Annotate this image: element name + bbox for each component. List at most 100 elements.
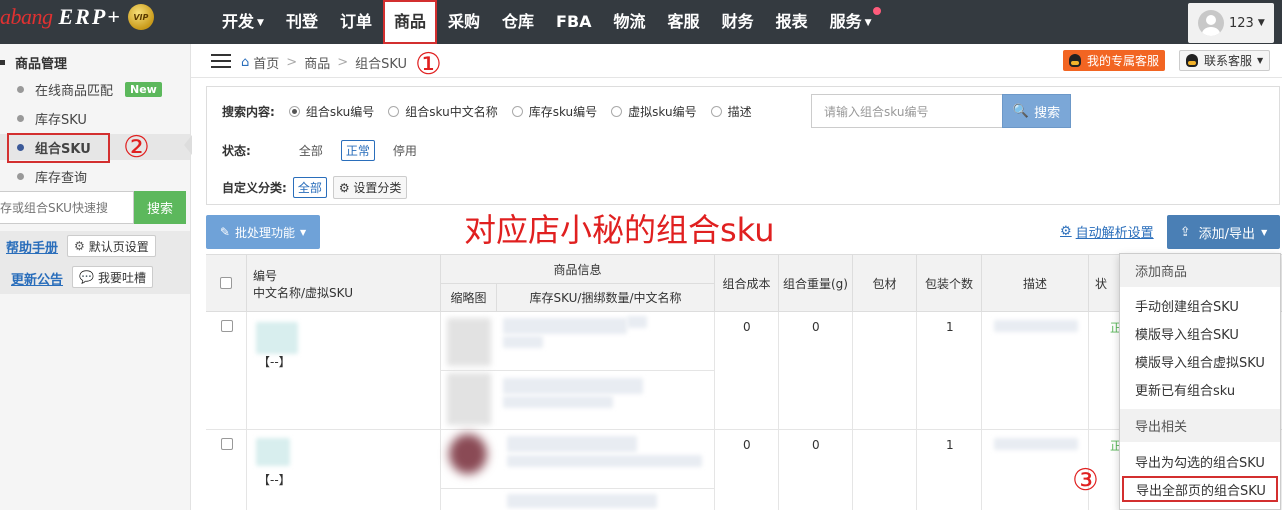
user-menu[interactable]: 123 ▼: [1188, 3, 1274, 43]
chat-icon: 💬: [79, 270, 94, 284]
nav-develop-label: 开发: [222, 12, 255, 31]
batch-actions-button[interactable]: ✎ 批处理功能 ▼: [206, 215, 320, 249]
breadcrumb-products[interactable]: 商品: [304, 53, 330, 72]
nav-purchase[interactable]: 采购: [437, 0, 491, 44]
row-stock-cell: [497, 312, 715, 371]
nav-fba[interactable]: FBA: [545, 0, 603, 44]
feedback-label: 我要吐槽: [97, 270, 146, 285]
menu-item-export-selected[interactable]: 导出为勾选的组合SKU: [1120, 447, 1280, 475]
nav-finance[interactable]: 财务: [711, 0, 765, 44]
row-stock-cell: [497, 430, 715, 489]
status-normal[interactable]: 正常: [340, 140, 375, 161]
exclusive-service-button[interactable]: 我的专属客服: [1063, 50, 1166, 71]
auto-parse-settings-link[interactable]: ⚙ 自动解析设置: [1060, 222, 1154, 241]
search-content-label: 搜索内容:: [222, 105, 275, 119]
sidebar-item-stock-query[interactable]: 库存查询: [0, 163, 190, 189]
breadcrumb-separator: >: [337, 55, 349, 70]
search-input[interactable]: 请输入组合sku编号: [811, 94, 1003, 128]
row-stock-cell: [497, 371, 715, 430]
header-code: 编号 中文名称/虚拟SKU: [247, 255, 441, 312]
nav-listing[interactable]: 刊登: [275, 0, 329, 44]
sidebar-item-stock-sku[interactable]: 库存SKU: [0, 105, 190, 131]
breadcrumb-home[interactable]: 首页: [253, 53, 279, 72]
collapse-arrow-icon[interactable]: [184, 135, 192, 155]
feedback-button[interactable]: 💬 我要吐槽: [72, 266, 153, 288]
nav-products[interactable]: 商品: [382, 0, 437, 44]
set-category-label: 设置分类: [353, 181, 402, 195]
dot-icon: [17, 85, 24, 93]
auto-parse-label: 自动解析设置: [1075, 226, 1154, 241]
sidebar-search-button[interactable]: 搜索: [134, 191, 186, 224]
row-checkbox[interactable]: [221, 320, 233, 332]
nav-services-label: 服务: [829, 12, 862, 31]
breadcrumb-separator: >: [286, 55, 298, 70]
nav-orders[interactable]: 订单: [329, 0, 383, 44]
add-export-label: 添加/导出: [1198, 226, 1256, 242]
logo[interactable]: abang ERP+ VIP: [0, 3, 154, 31]
row-checkbox[interactable]: [221, 438, 233, 450]
radio-icon: [611, 106, 623, 117]
product-thumbnail[interactable]: [447, 373, 491, 425]
nav-customer-service[interactable]: 客服: [657, 0, 711, 44]
gear-icon: ⚙: [1060, 224, 1072, 239]
header-code-sub-label: 中文名称/虚拟SKU: [253, 286, 353, 300]
row-code-cell: 【--】: [247, 312, 441, 430]
menu-toggle-icon[interactable]: [211, 54, 231, 68]
annotation-overlay-text: 对应店小秘的组合sku: [464, 211, 775, 249]
set-category-button[interactable]: ⚙ 设置分类: [332, 176, 408, 199]
row-pack-cell: 1: [917, 430, 982, 510]
radio-combo-sku-cn-name[interactable]: 组合sku中文名称: [388, 103, 498, 120]
nav-orders-label: 订单: [339, 12, 372, 31]
product-thumbnail[interactable]: [447, 318, 491, 366]
radio-combo-sku-code[interactable]: 组合sku编号: [288, 103, 374, 120]
menu-item-export-all[interactable]: 导出全部页的组合SKU: [1121, 475, 1279, 503]
menu-item-manual-create[interactable]: 手动创建组合SKU: [1120, 291, 1280, 319]
row-material-cell: [853, 430, 917, 510]
qq-icon: [1186, 54, 1198, 67]
sidebar-item-label: 在线商品匹配: [35, 83, 114, 99]
product-thumbnail[interactable]: [449, 434, 487, 474]
status-all[interactable]: 全部: [295, 141, 327, 160]
nav-develop[interactable]: 开发 ▼: [211, 0, 275, 44]
search-icon: 🔍: [1012, 103, 1030, 119]
sidebar-item-online-match[interactable]: 在线商品匹配 New: [0, 76, 190, 102]
row-cost: 0: [743, 320, 751, 334]
status-row: 状态: 全部 正常 停用: [222, 140, 435, 161]
nav-logistics-label: 物流: [613, 12, 646, 31]
help-manual-link[interactable]: 帮助手册: [6, 237, 58, 256]
update-notice-link[interactable]: 更新公告: [11, 269, 63, 288]
category-all[interactable]: 全部: [292, 177, 327, 198]
radio-virtual-sku-code[interactable]: 虚拟sku编号: [611, 103, 697, 120]
radio-description[interactable]: 描述: [710, 103, 752, 120]
row-thumb-cell: [441, 371, 497, 430]
new-badge: New: [125, 81, 162, 97]
status-disabled[interactable]: 停用: [389, 141, 421, 160]
radio-stock-sku-code[interactable]: 库存sku编号: [511, 103, 597, 120]
select-all-checkbox[interactable]: [220, 277, 232, 289]
add-export-dropdown-menu: 添加商品 手动创建组合SKU 模版导入组合SKU 模版导入组合虚拟SKU 更新已…: [1119, 253, 1281, 510]
menu-item-update-existing[interactable]: 更新已有组合sku: [1120, 375, 1280, 403]
search-button[interactable]: 🔍 搜索: [1002, 94, 1071, 128]
menu-item-template-import-virtual[interactable]: 模版导入组合虚拟SKU: [1120, 347, 1280, 375]
nav-warehouse[interactable]: 仓库: [491, 0, 545, 44]
nav-reports[interactable]: 报表: [765, 0, 819, 44]
nav-reports-label: 报表: [775, 12, 808, 31]
dropdown-section-add: 添加商品: [1120, 254, 1280, 287]
radio-checked-icon: [288, 106, 300, 117]
menu-item-template-import[interactable]: 模版导入组合SKU: [1120, 319, 1280, 347]
default-page-label: 默认页设置: [88, 239, 149, 254]
nav-logistics[interactable]: 物流: [603, 0, 657, 44]
row-desc-cell: [982, 312, 1089, 430]
nav-services[interactable]: 服务 ▼: [819, 0, 883, 44]
row-pack: 1: [946, 438, 954, 452]
add-export-button[interactable]: ⇪ 添加/导出 ▼: [1167, 215, 1280, 249]
sidebar-search-input[interactable]: [0, 191, 134, 224]
qq-icon: [1069, 54, 1081, 67]
contact-service-button[interactable]: 联系客服 ▼: [1179, 50, 1271, 71]
default-page-button[interactable]: ⚙ 默认页设置: [67, 235, 156, 257]
sidebar-item-label: 库存查询: [35, 170, 88, 186]
caret-down-icon: ▼: [1257, 18, 1265, 28]
dot-icon: [17, 172, 24, 180]
notification-dot: [872, 7, 881, 15]
row-cost-cell: 0: [715, 312, 779, 430]
